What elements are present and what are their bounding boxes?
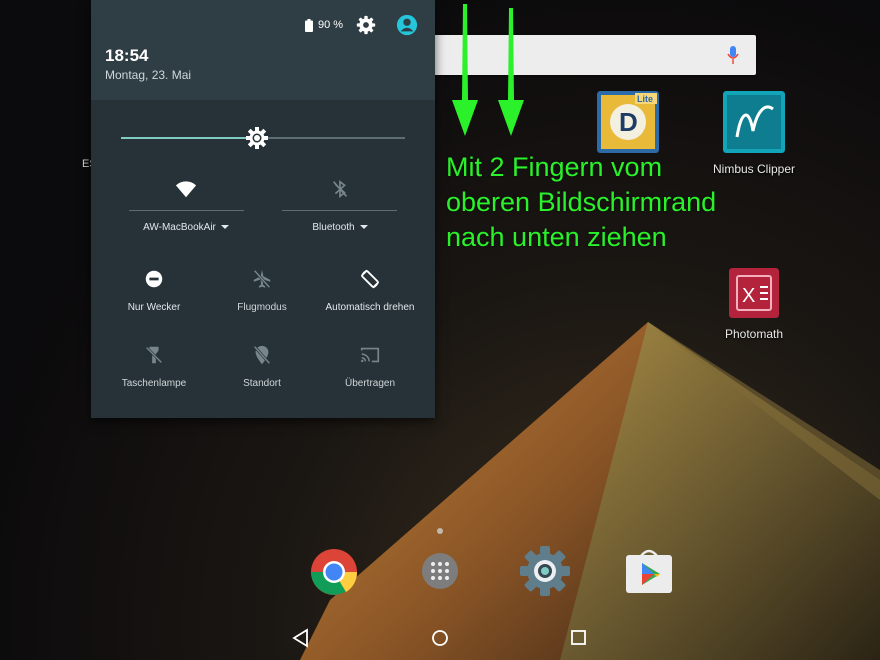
wifi-divider (129, 210, 244, 211)
bluetooth-dropdown[interactable]: Bluetooth (285, 222, 395, 233)
clock-time: 18:54 (105, 46, 149, 65)
quick-settings-panel: 90 % 18:54 Montag, 23. Mai AW-MacBookAir… (91, 0, 435, 418)
svg-text:Lite: Lite (637, 94, 653, 104)
airplane-icon (253, 269, 271, 289)
brightness-thumb-icon[interactable] (246, 127, 268, 149)
tile-taschenlampe[interactable]: Taschenlampe (99, 344, 209, 389)
tile-auto-rotate[interactable]: Automatisch drehen (315, 268, 425, 313)
android-home-screen: ES D Lite Nimbus Clipper X Photomath Mit… (0, 0, 880, 660)
tile-label: Flugmodus (237, 302, 287, 313)
app-photomath[interactable]: X Photomath (689, 268, 819, 341)
app-lite-icon: D Lite (597, 91, 659, 153)
bluetooth-divider (282, 210, 397, 211)
wifi-label: AW-MacBookAir (131, 222, 241, 233)
bluetooth-off-icon (332, 179, 348, 199)
wifi-tile[interactable] (131, 178, 241, 200)
tile-label: Nur Wecker (127, 302, 181, 313)
tile-label: Automatisch drehen (325, 302, 415, 313)
back-icon[interactable] (289, 626, 313, 650)
page-indicator (437, 528, 443, 534)
wifi-icon (175, 181, 197, 198)
instruction-caption: Mit 2 Fingern vom oberen Bildschirmrand … (446, 150, 716, 255)
settings-app-icon[interactable] (520, 546, 570, 596)
do-not-disturb-icon (145, 270, 163, 288)
caption-line: oberen Bildschirmrand (446, 187, 717, 217)
gear-icon[interactable] (356, 15, 376, 35)
quick-settings-header: 90 % 18:54 Montag, 23. Mai (91, 0, 435, 100)
flashlight-off-icon (145, 346, 163, 364)
microphone-icon[interactable] (726, 45, 740, 65)
tile-uebertragen[interactable]: Übertragen (315, 344, 425, 389)
battery-icon (305, 19, 313, 32)
swipe-down-arrow-icon (452, 4, 478, 136)
caption-line: Mit 2 Fingern vom (446, 152, 663, 182)
auto-rotate-icon (361, 269, 379, 289)
brightness-slider[interactable] (121, 124, 405, 152)
user-avatar-icon[interactable] (396, 14, 418, 36)
svg-text:X: X (742, 285, 755, 307)
tile-nur-wecker[interactable]: Nur Wecker (99, 268, 209, 313)
location-off-icon (253, 345, 271, 365)
tile-label: Standort (243, 378, 281, 389)
play-store-icon[interactable] (624, 548, 674, 594)
tile-label: Taschenlampe (121, 378, 187, 389)
battery-percent: 90 % (318, 19, 344, 31)
chrome-icon[interactable] (310, 548, 358, 596)
app-lite[interactable]: D Lite (563, 91, 693, 156)
tile-label: Übertragen (344, 378, 396, 389)
wifi-dropdown[interactable]: AW-MacBookAir (131, 222, 241, 233)
app-label: Photomath (724, 327, 784, 341)
swipe-down-arrow-icon (498, 8, 524, 136)
caption-line: nach unten ziehen (446, 222, 667, 252)
navigation-bar (0, 616, 880, 660)
app-drawer-icon[interactable] (421, 552, 459, 590)
cast-icon (360, 347, 380, 363)
photomath-icon: X (729, 268, 779, 318)
tile-flugmodus[interactable]: Flugmodus (207, 268, 317, 313)
clock-date: Montag, 23. Mai (105, 68, 192, 82)
bluetooth-tile[interactable] (285, 178, 395, 200)
recents-icon[interactable] (567, 626, 591, 650)
svg-text:D: D (619, 107, 638, 137)
bluetooth-label: Bluetooth (285, 222, 395, 233)
home-icon[interactable] (428, 626, 452, 650)
nimbus-clipper-icon (723, 91, 785, 153)
tile-standort[interactable]: Standort (207, 344, 317, 389)
